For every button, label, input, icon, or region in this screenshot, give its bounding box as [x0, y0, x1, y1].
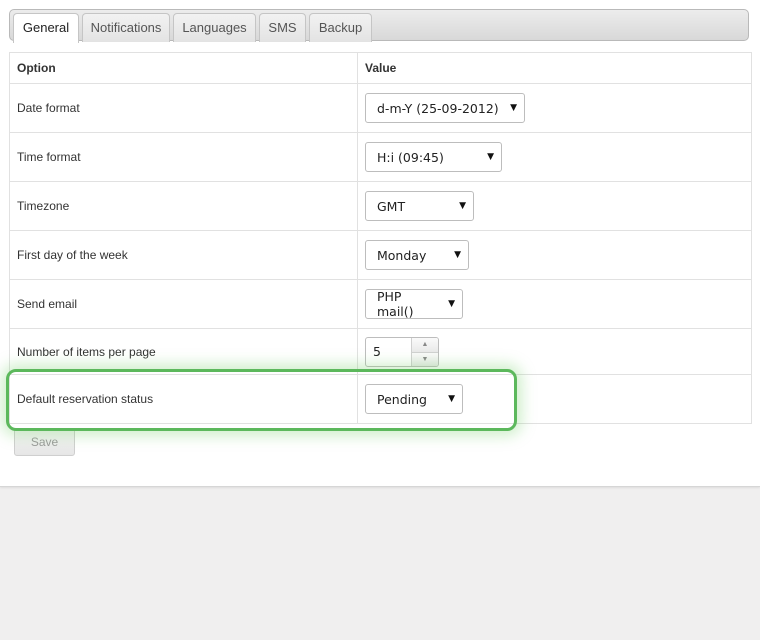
- first-day-select[interactable]: Monday ▼: [365, 240, 469, 270]
- table-row-default-reservation-status: Default reservation status Pending ▼: [9, 374, 752, 424]
- select-value: GMT: [377, 198, 406, 214]
- reservation-status-select[interactable]: Pending ▼: [365, 384, 463, 414]
- table-row-items-per-page: Number of items per page 5 ▲ ▼: [9, 328, 752, 375]
- column-header-option: Option: [9, 52, 358, 84]
- option-value-cell: Monday ▼: [357, 230, 752, 280]
- tab-sms[interactable]: SMS: [259, 13, 306, 42]
- option-value-cell: 5 ▲ ▼: [357, 328, 752, 375]
- tab-backup[interactable]: Backup: [309, 13, 372, 42]
- option-label: First day of the week: [9, 230, 358, 280]
- tab-languages[interactable]: Languages: [173, 13, 256, 42]
- table-row-time-format: Time format H:i (09:45) ▼: [9, 132, 752, 182]
- stepper-buttons: ▲ ▼: [411, 337, 438, 366]
- option-label: Timezone: [9, 181, 358, 231]
- stepper-down-icon[interactable]: ▼: [412, 351, 438, 366]
- option-value-cell: GMT ▼: [357, 181, 752, 231]
- option-value-cell: Pending ▼: [357, 374, 752, 424]
- tab-general[interactable]: General: [13, 13, 79, 43]
- chevron-down-icon: ▼: [487, 152, 494, 162]
- chevron-down-icon: ▼: [454, 250, 461, 260]
- save-button[interactable]: Save: [14, 428, 75, 456]
- column-header-value: Value: [357, 52, 752, 84]
- chevron-down-icon: ▼: [459, 201, 466, 211]
- option-value-cell: d-m-Y (25-09-2012) ▼: [357, 83, 752, 133]
- chevron-down-icon: ▼: [510, 103, 517, 113]
- stepper-value[interactable]: 5: [366, 338, 411, 366]
- select-value: H:i (09:45): [377, 149, 444, 165]
- chevron-down-icon: ▼: [448, 299, 455, 309]
- options-table: Option Value Date format d-m-Y (25-09-20…: [9, 52, 752, 424]
- settings-panel: General Notifications Languages SMS Back…: [0, 0, 760, 487]
- table-row-send-email: Send email PHP mail() ▼: [9, 279, 752, 329]
- time-format-select[interactable]: H:i (09:45) ▼: [365, 142, 502, 172]
- table-row-date-format: Date format d-m-Y (25-09-2012) ▼: [9, 83, 752, 133]
- option-label: Time format: [9, 132, 358, 182]
- select-value: Monday: [377, 247, 427, 263]
- select-value: d-m-Y (25-09-2012): [377, 100, 499, 116]
- items-per-page-stepper[interactable]: 5 ▲ ▼: [365, 336, 439, 367]
- select-value: Pending: [377, 391, 427, 407]
- send-email-select[interactable]: PHP mail() ▼: [365, 289, 463, 319]
- chevron-down-icon: ▼: [448, 394, 455, 404]
- date-format-select[interactable]: d-m-Y (25-09-2012) ▼: [365, 93, 525, 123]
- option-label: Number of items per page: [9, 328, 358, 375]
- select-value: PHP mail(): [377, 289, 414, 319]
- option-label: Date format: [9, 83, 358, 133]
- option-value-cell: H:i (09:45) ▼: [357, 132, 752, 182]
- table-row-first-day-of-week: First day of the week Monday ▼: [9, 230, 752, 280]
- stepper-up-icon[interactable]: ▲: [412, 337, 438, 352]
- option-label: Send email: [9, 279, 358, 329]
- table-header-row: Option Value: [9, 52, 752, 84]
- tab-bar: General Notifications Languages SMS Back…: [9, 9, 749, 43]
- timezone-select[interactable]: GMT ▼: [365, 191, 474, 221]
- table-row-timezone: Timezone GMT ▼: [9, 181, 752, 231]
- tab-notifications[interactable]: Notifications: [82, 13, 170, 42]
- option-label: Default reservation status: [9, 374, 358, 424]
- option-value-cell: PHP mail() ▼: [357, 279, 752, 329]
